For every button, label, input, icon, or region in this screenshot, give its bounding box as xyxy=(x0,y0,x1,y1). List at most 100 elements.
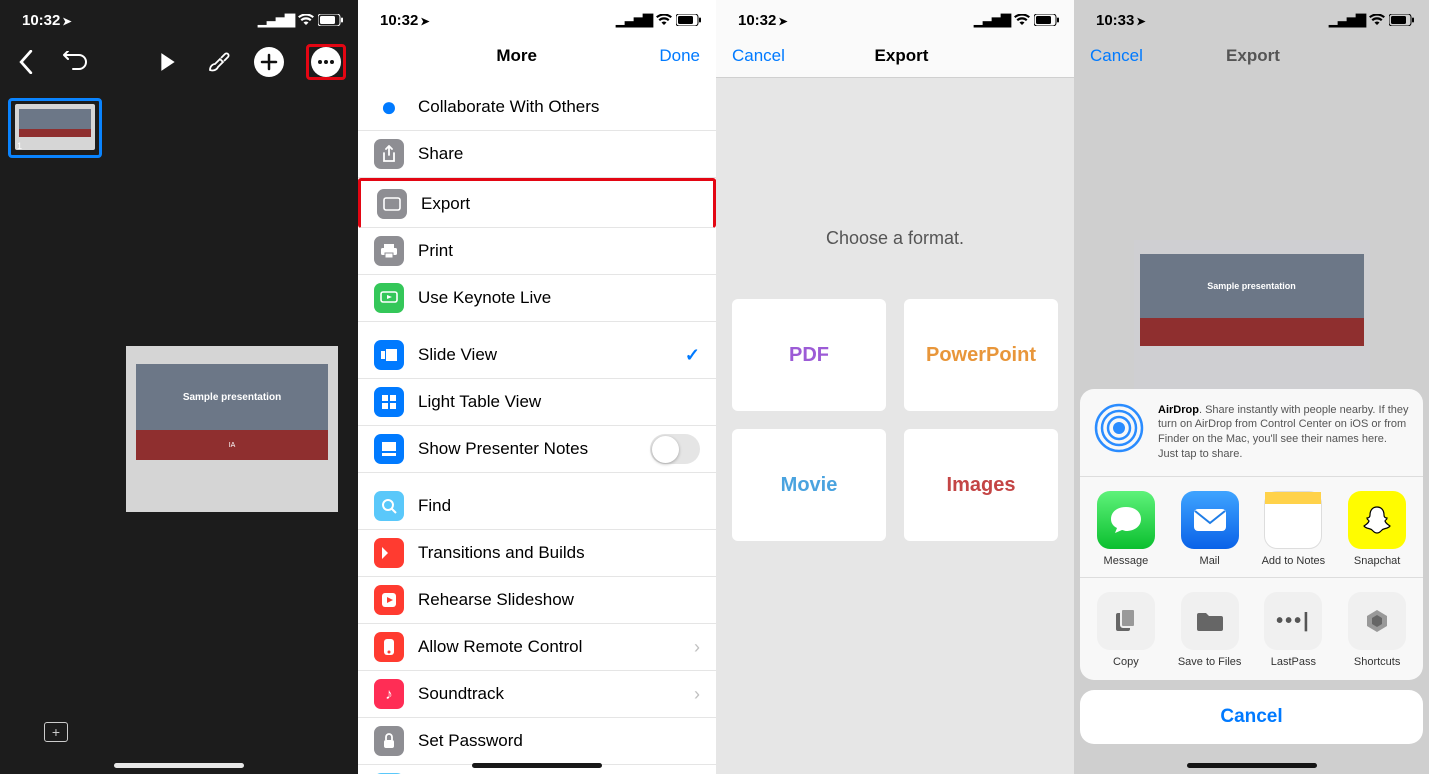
play-icon[interactable] xyxy=(154,48,182,76)
status-bar: 10:32➤ ▁▃▅▇ xyxy=(716,0,1074,34)
battery-icon xyxy=(1034,14,1060,26)
more-button-highlight xyxy=(306,44,346,80)
status-bar: 10:32➤ ▁▃▅▇ xyxy=(358,0,716,34)
airdrop-row[interactable]: AirDrop. Share instantly with people nea… xyxy=(1080,389,1423,477)
grid-icon xyxy=(374,387,404,417)
lock-icon xyxy=(374,726,404,756)
action-shortcuts[interactable]: Shortcuts xyxy=(1339,592,1415,668)
row-presenter-notes[interactable]: Show Presenter Notes xyxy=(358,426,716,473)
check-icon: ✓ xyxy=(685,345,700,366)
cellular-icon: ▁▃▅▇ xyxy=(974,12,1010,28)
share-apps-row: Message Mail Add to Notes Snapchat xyxy=(1080,477,1423,578)
slide-thumb-1[interactable]: 1 xyxy=(8,98,102,158)
print-icon xyxy=(374,236,404,266)
share-actions-row: Copy Save to Files •••| LastPass Shortcu… xyxy=(1080,578,1423,680)
snapchat-icon xyxy=(1348,491,1406,549)
keynote-live-icon xyxy=(374,283,404,313)
music-icon: ♪ xyxy=(374,679,404,709)
export-icon xyxy=(377,189,407,219)
share-notes[interactable]: Add to Notes xyxy=(1255,491,1331,567)
wifi-icon xyxy=(656,14,672,26)
status-bar: 10:32➤ ▁▃▅▇ xyxy=(0,0,358,34)
slide-canvas[interactable]: Sample presentation IA xyxy=(126,346,338,512)
share-mail[interactable]: Mail xyxy=(1172,491,1248,567)
row-slide-view[interactable]: Slide View ✓ xyxy=(358,332,716,379)
shortcuts-icon xyxy=(1348,592,1406,650)
row-light-table[interactable]: Light Table View xyxy=(358,379,716,426)
format-powerpoint[interactable]: PowerPoint xyxy=(904,299,1058,411)
row-export-label[interactable]: Export xyxy=(421,194,697,214)
more-menu-screen: 10:32➤ ▁▃▅▇ More Done ● Collaborate With… xyxy=(358,0,716,774)
share-sheet-screen: 10:33➤ ▁▃▅▇ Cancel Export Sample present… xyxy=(1074,0,1429,774)
format-brush-icon[interactable] xyxy=(204,48,232,76)
action-lastpass[interactable]: •••| LastPass xyxy=(1255,592,1331,668)
mail-icon xyxy=(1181,491,1239,549)
slide-subtitle: IA xyxy=(229,442,236,449)
share-sheet: AirDrop. Share instantly with people nea… xyxy=(1080,389,1423,744)
chevron-right-icon: › xyxy=(694,637,700,658)
location-icon: ➤ xyxy=(62,15,71,28)
location-icon: ➤ xyxy=(420,15,429,28)
wifi-icon xyxy=(1014,14,1030,26)
airdrop-icon xyxy=(1094,403,1144,453)
message-icon xyxy=(1097,491,1155,549)
status-icons: ▁▃▅▇ xyxy=(974,12,1060,28)
row-find[interactable]: Find xyxy=(358,483,716,530)
cellular-icon: ▁▃▅▇ xyxy=(616,12,652,28)
share-message[interactable]: Message xyxy=(1088,491,1164,567)
battery-icon xyxy=(1389,14,1415,26)
row-collaborate[interactable]: ● Collaborate With Others xyxy=(358,84,716,131)
status-icons: ▁▃▅▇ xyxy=(616,12,702,28)
format-images[interactable]: Images xyxy=(904,429,1058,541)
slide-title: Sample presentation xyxy=(183,392,281,403)
format-pdf[interactable]: PDF xyxy=(732,299,886,411)
slide-view-icon xyxy=(374,340,404,370)
action-save-files[interactable]: Save to Files xyxy=(1172,592,1248,668)
action-copy[interactable]: Copy xyxy=(1088,592,1164,668)
presenter-notes-toggle[interactable] xyxy=(650,434,700,464)
format-movie[interactable]: Movie xyxy=(732,429,886,541)
notes-icon xyxy=(374,434,404,464)
share-cancel-button[interactable]: Cancel xyxy=(1080,690,1423,744)
share-snapchat[interactable]: Snapchat xyxy=(1339,491,1415,567)
search-icon xyxy=(374,491,404,521)
more-button[interactable] xyxy=(311,47,341,77)
keynote-editor-screen: 10:32➤ ▁▃▅▇ 1 Sample presentation IA + xyxy=(0,0,358,774)
status-icons: ▁▃▅▇ xyxy=(1329,12,1415,28)
home-indicator[interactable] xyxy=(114,763,244,768)
row-rehearse[interactable]: Rehearse Slideshow xyxy=(358,577,716,624)
editor-toolbar xyxy=(0,34,358,90)
row-remote[interactable]: Allow Remote Control › xyxy=(358,624,716,671)
row-export-highlight: Export xyxy=(358,178,716,228)
rehearse-icon xyxy=(374,585,404,615)
home-indicator[interactable] xyxy=(472,763,602,768)
row-set-password[interactable]: Set Password xyxy=(358,718,716,765)
person-icon: ● xyxy=(374,92,404,122)
add-button[interactable] xyxy=(254,47,284,77)
status-icons: ▁▃▅▇ xyxy=(258,12,344,28)
status-bar: 10:33➤ ▁▃▅▇ xyxy=(1074,0,1429,34)
cellular-icon: ▁▃▅▇ xyxy=(1329,12,1365,28)
navbar: More Done xyxy=(358,34,716,78)
row-print[interactable]: Print xyxy=(358,228,716,275)
status-time: 10:32➤ xyxy=(22,12,72,29)
cellular-icon: ▁▃▅▇ xyxy=(258,12,294,28)
share-icon xyxy=(374,139,404,169)
wifi-icon xyxy=(298,14,314,26)
undo-icon[interactable] xyxy=(62,48,90,76)
done-button[interactable]: Done xyxy=(659,46,700,66)
row-transitions[interactable]: Transitions and Builds xyxy=(358,530,716,577)
home-indicator[interactable] xyxy=(1187,763,1317,768)
airdrop-text: AirDrop. Share instantly with people nea… xyxy=(1158,403,1409,462)
page-title: Export xyxy=(745,46,1058,66)
row-soundtrack[interactable]: ♪ Soundtrack › xyxy=(358,671,716,718)
location-icon: ➤ xyxy=(1136,15,1145,28)
back-icon[interactable] xyxy=(12,48,40,76)
battery-icon xyxy=(318,14,344,26)
wifi-icon xyxy=(1369,14,1385,26)
add-slide-button[interactable]: + xyxy=(44,722,68,742)
export-format-screen: 10:32➤ ▁▃▅▇ Cancel Export Choose a forma… xyxy=(716,0,1074,774)
row-share[interactable]: Share xyxy=(358,131,716,178)
remote-icon xyxy=(374,632,404,662)
row-keynote-live[interactable]: Use Keynote Live xyxy=(358,275,716,322)
